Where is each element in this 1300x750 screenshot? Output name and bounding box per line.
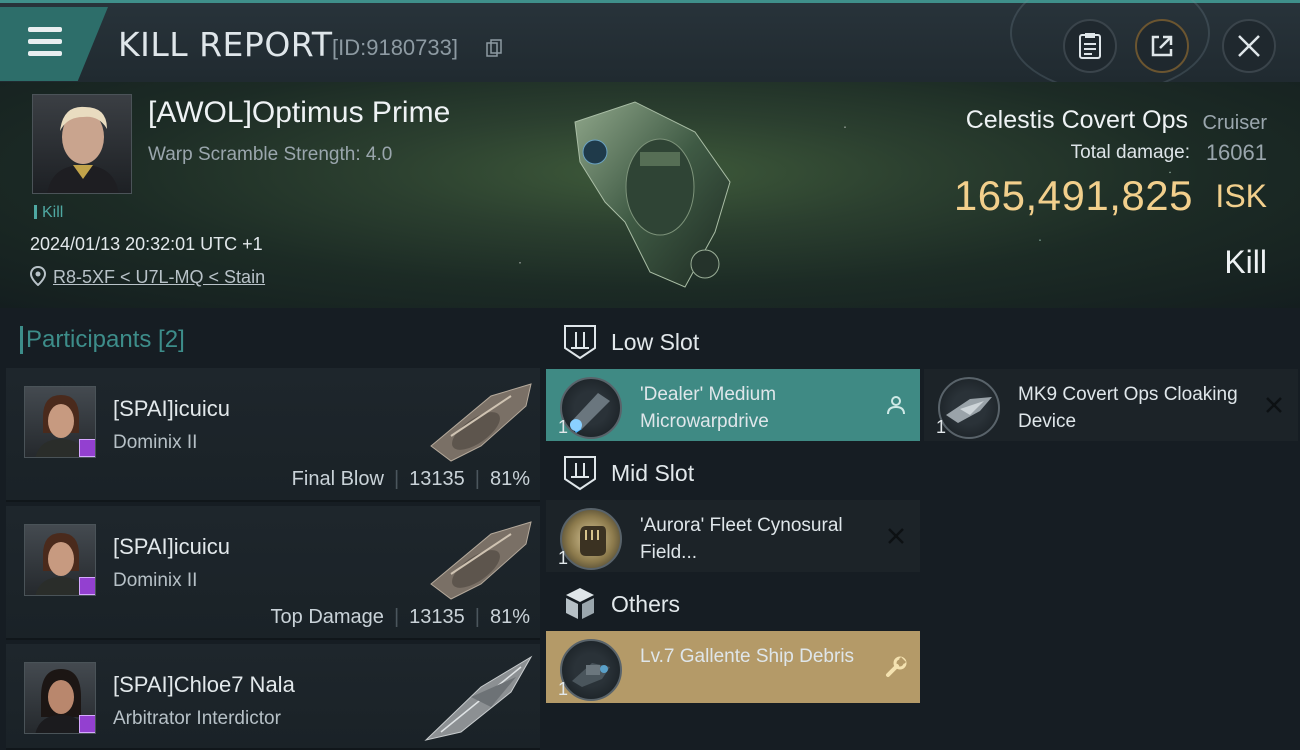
kill-timestamp: 2024/01/13 20:32:01 UTC +1 <box>30 234 263 254</box>
close-icon <box>1238 35 1260 57</box>
participant-ship-image <box>424 655 533 741</box>
participant-ship: Dominix II <box>113 570 198 591</box>
total-damage-value: 16061 <box>1205 140 1267 165</box>
low-slot-icon <box>564 325 596 360</box>
mid-slot-header: Mid Slot <box>546 445 920 501</box>
close-icon <box>888 528 904 544</box>
participant-card[interactable]: [SPAI]icuicu Dominix II Top Damage | 131… <box>6 506 540 640</box>
avatar <box>24 524 96 596</box>
participant-card[interactable]: [SPAI]icuicu Dominix II Final Blow | 131… <box>6 368 540 502</box>
low-slot-label: Low Slot <box>611 328 700 355</box>
participant-damage: 13135 <box>409 606 465 628</box>
wrench-icon <box>886 656 907 677</box>
share-icon <box>1151 35 1173 57</box>
module-icon <box>938 377 1000 439</box>
module-card[interactable]: 1 Lv.7 Gallente Ship Debris <box>546 631 920 703</box>
mid-slot-label: Mid Slot <box>611 459 695 486</box>
clipboard-button[interactable] <box>1063 19 1117 73</box>
total-damage-label: Total damage: <box>1070 142 1190 163</box>
participant-role: Final Blow <box>291 468 384 490</box>
module-quantity: 1 <box>558 417 569 437</box>
avatar <box>24 386 96 458</box>
module-name: Lv.7 Gallente Ship Debris <box>640 646 855 667</box>
module-quantity: 1 <box>558 548 569 568</box>
corp-badge <box>79 715 95 733</box>
mid-slot-icon <box>564 456 596 491</box>
warp-scramble-strength: Warp Scramble Strength: 4.0 <box>148 144 393 165</box>
participant-damage: 13135 <box>409 468 465 490</box>
cube-icon <box>566 588 594 619</box>
top-bar: KILL REPORT [ID:9180733] <box>0 0 1300 93</box>
participant-ship-image <box>430 521 532 600</box>
page-title: KILL REPORT <box>118 25 333 64</box>
participant-percent: 81% <box>489 606 530 628</box>
corp-badge <box>79 577 95 595</box>
menu-button[interactable] <box>0 7 108 81</box>
participant-percent: 81% <box>489 468 530 490</box>
victim-banner: [AWOL]Optimus Prime Warp Scramble Streng… <box>0 82 1300 308</box>
module-name: MK9 Covert Ops Cloaking Device <box>1018 384 1238 432</box>
others-label: Others <box>611 590 681 617</box>
module-icon <box>560 377 622 439</box>
victim-name[interactable]: [AWOL]Optimus Prime <box>148 96 450 130</box>
copy-icon[interactable] <box>486 39 502 57</box>
participant-card[interactable]: [SPAI]Chloe7 Nala Arbitrator Interdictor <box>6 644 540 750</box>
victim-ship-name[interactable]: Celestis Covert Ops <box>966 106 1188 135</box>
module-icon <box>560 639 622 701</box>
low-slot-header: Low Slot <box>546 314 920 370</box>
avatar <box>24 662 96 734</box>
result-label: Kill <box>1224 244 1267 280</box>
module-card[interactable]: 1 'Dealer' Medium Microwarpdrive <box>546 369 920 441</box>
victim-ship-class: Cruiser <box>1202 112 1267 134</box>
report-id: [ID:9180733] <box>332 35 458 60</box>
module-quantity: 1 <box>558 679 569 699</box>
participant-stats: Top Damage | 13135 | 81% <box>270 606 530 628</box>
victim-ship-image <box>574 101 731 288</box>
participant-role: Top Damage <box>270 606 384 628</box>
participant-name: [SPAI]icuicu <box>113 534 230 559</box>
victim-avatar[interactable] <box>32 94 132 194</box>
participant-ship-image <box>430 383 532 462</box>
participant-ship: Arbitrator Interdictor <box>113 708 281 729</box>
participant-ship: Dominix II <box>113 432 198 453</box>
corp-badge <box>79 439 95 457</box>
isk-unit: ISK <box>1215 178 1267 214</box>
participant-name: [SPAI]icuicu <box>113 396 230 421</box>
module-name: 'Dealer' Medium Microwarpdrive <box>640 384 777 432</box>
others-header: Others <box>546 576 920 632</box>
location-link[interactable]: R8-5XF < U7L-MQ < Stain <box>53 267 265 288</box>
participants-panel: Participants [2] [SPAI]icuicu Dominix II… <box>6 314 540 750</box>
location-pin-icon <box>30 266 46 286</box>
close-icon <box>1266 397 1282 413</box>
module-card[interactable]: 1 'Aurora' Fleet Cynosural Field... <box>546 500 920 572</box>
module-icon <box>560 508 622 570</box>
kill-tag: Kill <box>34 204 63 222</box>
share-button[interactable] <box>1135 19 1189 73</box>
module-card[interactable]: 1 MK9 Covert Ops Cloaking Device <box>924 369 1298 441</box>
isk-value: 165,491,825 <box>953 172 1193 219</box>
module-name: 'Aurora' Fleet Cynosural Field... <box>640 515 843 563</box>
clipboard-icon <box>1079 33 1101 59</box>
participants-header: Participants [2] <box>20 326 185 354</box>
close-button[interactable] <box>1222 19 1276 73</box>
participant-name: [SPAI]Chloe7 Nala <box>113 672 295 697</box>
person-icon <box>887 396 905 415</box>
module-quantity: 1 <box>936 417 947 437</box>
participant-stats: Final Blow | 13135 | 81% <box>291 468 530 490</box>
